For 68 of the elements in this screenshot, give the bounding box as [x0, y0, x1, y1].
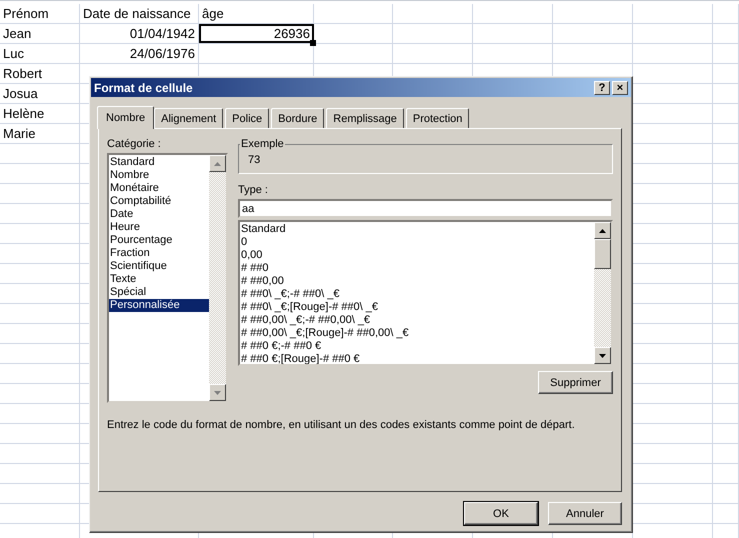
category-item[interactable]: Standard: [109, 156, 209, 169]
format-item[interactable]: # ##0,00: [240, 275, 594, 288]
down-arrow-icon: [214, 390, 221, 394]
format-item[interactable]: 0: [240, 236, 594, 249]
tab[interactable]: Protection: [406, 108, 470, 128]
tab[interactable]: Police: [225, 108, 270, 128]
category-item[interactable]: Heure: [109, 221, 209, 234]
category-item[interactable]: Texte: [109, 273, 209, 286]
cell-text: Robert: [3, 66, 42, 81]
up-arrow-icon: [214, 162, 221, 166]
column-header-text: âge: [202, 6, 224, 21]
cell-text: Josua: [3, 86, 38, 101]
format-item[interactable]: # ##0,00\ _€;[Rouge]-# ##0,00\ _€: [240, 327, 594, 340]
category-item[interactable]: Pourcentage: [109, 234, 209, 247]
format-item[interactable]: # ##0,00\ _€;-# ##0,00\ _€: [240, 314, 594, 327]
type-label: Type :: [238, 183, 269, 198]
category-item[interactable]: Spécial: [109, 286, 209, 299]
column-header-text: Date de naissance: [83, 6, 191, 21]
description-text: Entrez le code du format de nombre, en utilisant un des codes existants comme point de départ.: [107, 419, 576, 431]
format-item[interactable]: 0,00: [240, 249, 594, 262]
scroll-down-button[interactable]: [594, 347, 611, 364]
example-value: 73: [247, 154, 262, 166]
down-arrow-icon: [599, 354, 606, 358]
selected-cell[interactable]: 26936: [199, 24, 314, 43]
category-item[interactable]: Comptabilité: [109, 195, 209, 208]
tab[interactable]: Nombre: [97, 106, 154, 129]
category-item[interactable]: Monétaire: [109, 182, 209, 195]
category-item[interactable]: Fraction: [109, 247, 209, 260]
close-button[interactable]: ×: [612, 80, 628, 94]
scroll-down-button[interactable]: [209, 384, 226, 401]
format-item[interactable]: # ##0 €;[Rouge]-# ##0 €: [240, 353, 594, 364]
type-field[interactable]: aa: [238, 199, 613, 218]
dialog-title: Format de cellule: [94, 80, 194, 94]
help-button[interactable]: ?: [594, 80, 610, 94]
scroll-thumb[interactable]: [594, 239, 611, 269]
example-legend: Exemple: [240, 138, 285, 150]
tab[interactable]: Remplissage: [326, 108, 404, 128]
cancel-button[interactable]: Annuler: [548, 502, 622, 525]
delete-button[interactable]: Supprimer: [538, 371, 613, 394]
tab[interactable]: Alignement: [154, 108, 224, 128]
cell-text: Helène: [3, 106, 44, 121]
column-header-text: Prénom: [3, 6, 49, 21]
ok-button[interactable]: OK: [464, 502, 538, 525]
format-item[interactable]: # ##0: [240, 262, 594, 275]
category-item[interactable]: Scientifique: [109, 260, 209, 273]
format-item[interactable]: # ##0\ _€;[Rouge]-# ##0\ _€: [240, 301, 594, 314]
category-item[interactable]: Date: [109, 208, 209, 221]
category-item[interactable]: Personnalisée: [109, 299, 209, 312]
scrollbar[interactable]: [594, 222, 611, 364]
fill-handle[interactable]: [310, 40, 316, 46]
cell-text: Jean: [3, 26, 32, 41]
scrollbar[interactable]: [209, 155, 226, 401]
category-item[interactable]: Nombre: [109, 169, 209, 182]
up-arrow-icon: [599, 228, 606, 232]
scroll-up-button[interactable]: [594, 222, 611, 239]
format-item[interactable]: Standard: [240, 223, 594, 236]
format-item[interactable]: # ##0 €;-# ##0 €: [240, 340, 594, 353]
cell-text: 26936: [274, 26, 310, 41]
cell-text: 24/06/1976: [130, 46, 195, 61]
tab[interactable]: Bordure: [271, 108, 324, 128]
format-item[interactable]: # ##0\ _€;-# ##0\ _€: [240, 288, 594, 301]
cell-text: Marie: [3, 126, 36, 141]
category-list[interactable]: Standard Nombre Monétaire Comptabilité Date Heure Pourcentage Fraction Scientifique Texte Spécial Personnalisée: [107, 153, 228, 403]
cell-text: Luc: [3, 46, 24, 61]
category-label: Catégorie :: [107, 137, 162, 152]
scroll-up-button[interactable]: [209, 155, 226, 172]
format-list[interactable]: Standard 0 0,00 # ##0 # ##0,00 # ##0\ _€;-# ##0\ _€ # ##0\ _€;[Rouge]-# ##0\ _€ # ##0,00\ _€;-# ##0,00\ _€ # ##0,00\ _€;[Rouge]-# ##0,00\ _€ # ##0 €;-# ##0 € # ##0 €;[Rouge]-# ##0 €: [238, 220, 613, 366]
cell-text: 01/04/1942: [130, 26, 195, 41]
